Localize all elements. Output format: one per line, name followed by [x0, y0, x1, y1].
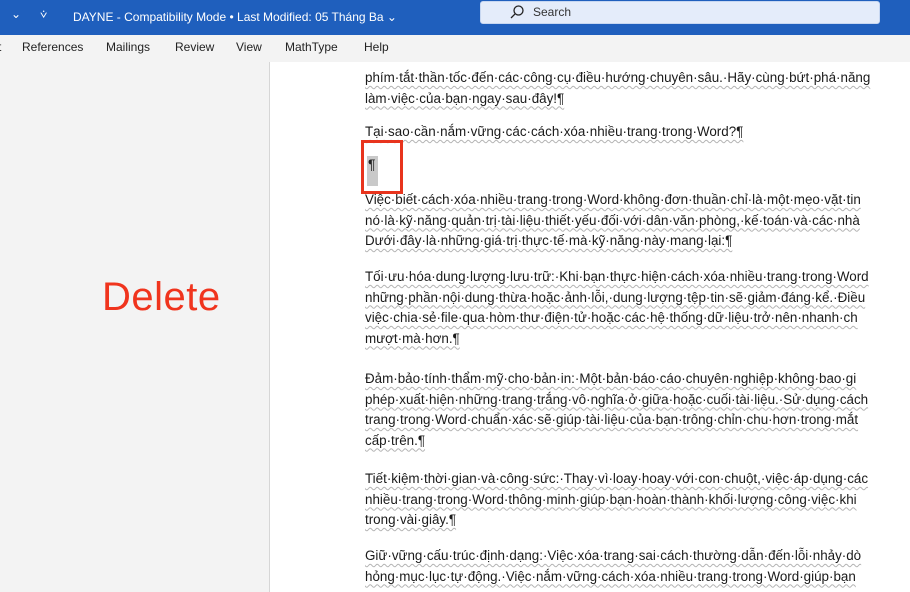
text-line: hỏng·mục·lục·tự·động.·Việc·nắm·vững·cách… [365, 568, 856, 584]
text-line: Tiết·kiệm·thời·gian·và·công·sức:·Thay·vì… [365, 471, 869, 486]
ribbon-tabs: t References Mailings Review View MathTy… [0, 35, 910, 62]
text-line: Đảm·bảo·tính·thẩm·mỹ·cho·bản·in:·Một·bản… [365, 371, 857, 386]
customize-toolbar-icon[interactable]: ⩒ [40, 7, 47, 22]
search-placeholder: Search [533, 5, 572, 19]
text-line: Dưới·đây·là·những·giá·trị·thực·tế·mà·kỹ·… [365, 233, 733, 248]
text-line: những·phần·nội·dung·thừa·hoặc·ảnh·lỗi,·d… [365, 289, 866, 305]
qat-more-chevron-icon[interactable]: ⌄ [11, 7, 21, 21]
paragraph-time[interactable]: Tiết·kiệm·thời·gian·và·công·sức:·Thay·vì… [365, 469, 868, 531]
text-line: trang·trong·Word·chuẩn·xác·sẽ·giúp·tài·l… [365, 412, 859, 427]
text-line: nó·là·kỹ·năng·quản·trị·tài·liệu·thiết·yế… [365, 212, 860, 228]
text-line: Tại·sao·cần·nắm·vững·các·cách·xóa·nhiều·… [365, 124, 744, 139]
search-box[interactable]: Search [480, 1, 880, 24]
highlight-box [361, 140, 403, 194]
text-line: làm·việc·của·bạn·ngay·sau·đây!¶ [365, 90, 565, 106]
delete-annotation-label: Delete [102, 275, 221, 319]
paragraph-storage[interactable]: Tối·ưu·hóa·dung·lượng·lưu·trữ:·Khi·bạn·t… [365, 267, 869, 349]
title-bar: ⌄ ⩒ DAYNE - Compatibility Mode • Last Mo… [0, 0, 910, 35]
heading-paragraph[interactable]: Tại·sao·cần·nắm·vững·các·cách·xóa·nhiều·… [365, 122, 743, 143]
tab-references[interactable]: References [22, 40, 83, 54]
paragraph-body[interactable]: Việc·biết·cách·xóa·nhiều·trang·trong·Wor… [365, 190, 861, 252]
document-title[interactable]: DAYNE - Compatibility Mode • Last Modifi… [73, 10, 397, 24]
document-title-text: DAYNE - Compatibility Mode • Last Modifi… [73, 10, 384, 24]
paragraph-intro[interactable]: phím·tắt·thần·tốc·đến·các·công·cụ·điều·h… [365, 68, 870, 109]
search-icon [510, 5, 524, 19]
tab-review[interactable]: Review [175, 40, 214, 54]
paragraph-print[interactable]: Đảm·bảo·tính·thẩm·mỹ·cho·bản·in:·Một·bản… [365, 369, 868, 451]
tab-layout[interactable]: t [0, 40, 1, 54]
paragraph-format[interactable]: Giữ·vững·cấu·trúc·định·dạng:·Việc·xóa·tr… [365, 546, 861, 587]
text-line: phép·xuất·hiện·những·trang·trắng·vô·nghĩ… [365, 391, 869, 407]
text-line: việc·chia·sẻ·file·qua·hòm·thư·điện·tử·ho… [365, 310, 858, 325]
text-line: cấp·trên.¶ [365, 432, 426, 448]
tab-mathtype[interactable]: MathType [285, 40, 338, 54]
text-line: trong·vài·giây.¶ [365, 512, 457, 527]
tab-mailings[interactable]: Mailings [106, 40, 150, 54]
text-line: Việc·biết·cách·xóa·nhiều·trang·trong·Wor… [365, 192, 861, 207]
text-line: mượt·mà·hơn.¶ [365, 330, 460, 346]
text-line: nhiều·trang·trong·Word·thông·minh·giúp·b… [365, 491, 857, 507]
text-line: Tối·ưu·hóa·dung·lượng·lưu·trữ:·Khi·bạn·t… [365, 269, 869, 284]
document-page[interactable]: phím·tắt·thần·tốc·đến·các·công·cụ·điều·h… [270, 62, 910, 592]
tab-view[interactable]: View [236, 40, 262, 54]
tab-help[interactable]: Help [364, 40, 389, 54]
text-line: Giữ·vững·cấu·trúc·định·dạng:·Việc·xóa·tr… [365, 548, 862, 563]
text-line: phím·tắt·thần·tốc·đến·các·công·cụ·điều·h… [365, 70, 871, 85]
title-chevron-down-icon: ⌄ [386, 10, 397, 24]
navigation-pane: Delete [0, 62, 270, 592]
